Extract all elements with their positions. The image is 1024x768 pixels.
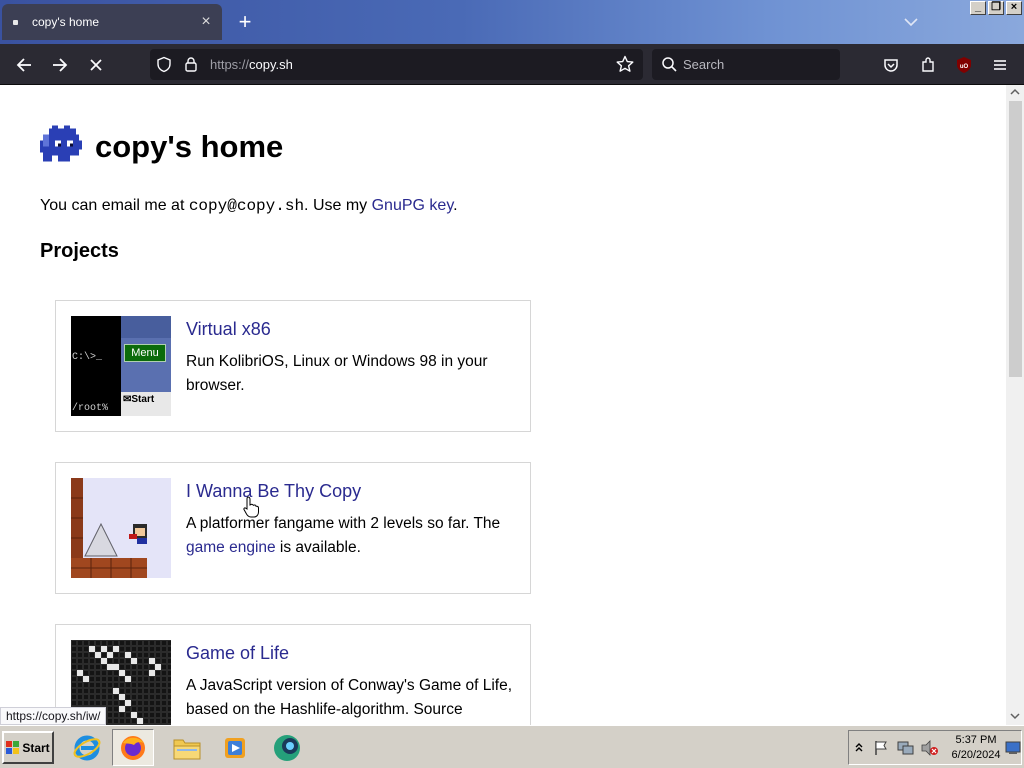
stop-x-icon [90, 59, 102, 71]
new-tab-button[interactable]: + [233, 8, 257, 36]
scroll-up-arrow-icon[interactable] [1010, 88, 1020, 96]
project-card-i-wanna-be-thy-copy[interactable]: I Wanna Be Thy Copy A platformer fangame… [55, 462, 531, 594]
email-mid-text: . Use my [304, 197, 372, 214]
game-of-life-link[interactable]: Game of Life [186, 643, 289, 664]
project-card-virtual-x86[interactable]: C:\>_ Menu /root% ✉Start Virtual x86 Run… [55, 300, 531, 432]
restore-button[interactable]: ❐ [988, 1, 1004, 15]
thumb-prompt-text: C:\>_ [72, 352, 103, 363]
minimize-button[interactable]: _ [970, 1, 986, 15]
taskbar-clock[interactable]: 5:37 PM 6/20/2024 [945, 733, 1007, 763]
list-all-tabs-button[interactable] [898, 10, 924, 34]
app-menu-button[interactable] [986, 51, 1014, 79]
link-status-panel: https://copy.sh/iw/ [0, 707, 107, 725]
close-window-button[interactable]: × [1006, 1, 1022, 15]
taskbar-firefox[interactable] [112, 729, 154, 766]
bookmark-star-icon[interactable] [616, 55, 634, 73]
back-button[interactable] [10, 51, 38, 79]
page-title: copy's home [95, 129, 284, 164]
thumb-root-text: /root% [72, 403, 109, 414]
start-button[interactable]: Start [2, 731, 54, 764]
svg-text:uO: uO [960, 64, 969, 70]
scroll-down-arrow-icon[interactable] [1010, 712, 1020, 720]
search-icon [662, 57, 677, 72]
ublock-origin-button[interactable]: uO [950, 51, 978, 79]
scrollbar-thumb[interactable] [1009, 101, 1022, 377]
address-bar[interactable]: https://copy.sh [150, 49, 643, 80]
tab-bar: copy's home × + _ ❐ × [0, 0, 1024, 44]
url-scheme: https:// [210, 57, 250, 72]
windows-taskbar: Start 5:37 PM 6/20/2024 [0, 725, 1024, 768]
i-wanna-thumbnail[interactable] [71, 478, 171, 578]
taskbar-green-app[interactable] [266, 729, 308, 766]
web-page: copy's home You can email me at copy@cop… [0, 85, 1006, 725]
email-address: copy@copy.sh [188, 197, 305, 215]
media-player-icon [225, 737, 245, 758]
virtual-x86-link[interactable]: Virtual x86 [186, 319, 271, 340]
clock-date: 6/20/2024 [951, 749, 1001, 761]
virtual-x86-thumbnail[interactable]: C:\>_ Menu /root% ✉Start [71, 316, 171, 416]
pixel-ghost-logo-icon [40, 125, 82, 162]
pocket-icon [884, 59, 898, 72]
page-scrollbar[interactable] [1006, 85, 1024, 725]
i-wanna-description: A platformer fangame with 2 levels so fa… [186, 515, 501, 556]
firefox-icon [121, 735, 145, 760]
tab-title: copy's home [32, 15, 99, 29]
pocket-button[interactable] [877, 51, 905, 79]
action-center-flag-icon[interactable] [873, 740, 889, 756]
taskbar-file-explorer[interactable] [166, 729, 208, 766]
hamburger-menu-icon [994, 60, 1006, 70]
thumb-start-label: ✉Start [123, 394, 155, 405]
tracking-protection-shield-icon[interactable] [156, 56, 172, 73]
url-text[interactable]: https://copy.sh [210, 57, 293, 72]
start-label: Start [22, 740, 50, 755]
game-of-life-description: A JavaScript version of Conway's Game of… [186, 677, 513, 718]
project-card-game-of-life[interactable]: Game of Life A JavaScript version of Con… [55, 624, 531, 725]
hand-cursor-icon [243, 496, 259, 518]
volume-muted-icon[interactable] [921, 740, 939, 756]
taskbar-internet-explorer[interactable] [66, 729, 108, 766]
forward-button[interactable] [46, 51, 74, 79]
windows-flag-icon [6, 741, 20, 754]
stop-loading-button[interactable] [82, 51, 110, 79]
internet-explorer-icon [73, 735, 101, 760]
back-arrow-icon [16, 58, 31, 72]
tab-favicon-icon [13, 19, 18, 25]
contact-line: You can email me at copy@copy.sh. Use my… [40, 197, 458, 215]
url-host: copy.sh [249, 57, 293, 72]
padlock-icon[interactable] [184, 56, 198, 73]
forward-arrow-icon [53, 58, 68, 72]
ublock-shield-icon: uO [957, 57, 971, 73]
taskbar-media-player[interactable] [214, 729, 256, 766]
show-desktop-icon[interactable] [1005, 741, 1021, 755]
tab-copys-home[interactable]: copy's home × [2, 4, 222, 40]
show-hidden-icons-chevron-icon[interactable] [855, 742, 863, 752]
puzzle-icon [922, 57, 934, 72]
system-tray: 5:37 PM 6/20/2024 [848, 730, 1022, 765]
i-wanna-be-thy-copy-link[interactable]: I Wanna Be Thy Copy [186, 481, 361, 502]
green-globe-app-icon [274, 734, 300, 761]
clock-time: 5:37 PM [955, 734, 997, 746]
projects-heading: Projects [40, 240, 119, 262]
tab-close-icon[interactable]: × [194, 13, 218, 31]
network-icon[interactable] [897, 740, 915, 756]
thumb-menu-label: Menu [124, 344, 166, 362]
chevron-down-icon [904, 18, 918, 27]
search-input[interactable]: Search [683, 57, 724, 72]
virtual-x86-description: Run KolibriOS, Linux or Windows 98 in yo… [186, 353, 488, 394]
window-controls: _ ❐ × [970, 1, 1022, 15]
email-prefix-text: You can email me at [40, 197, 189, 214]
gnupg-key-link[interactable]: GnuPG key [372, 197, 454, 214]
platformer-scene-icon [71, 478, 147, 578]
email-suffix-text: . [453, 197, 458, 214]
folder-icon [173, 739, 201, 759]
search-bar[interactable]: Search [652, 49, 840, 80]
game-engine-link[interactable]: game engine [186, 539, 276, 556]
extensions-button[interactable] [914, 51, 942, 79]
